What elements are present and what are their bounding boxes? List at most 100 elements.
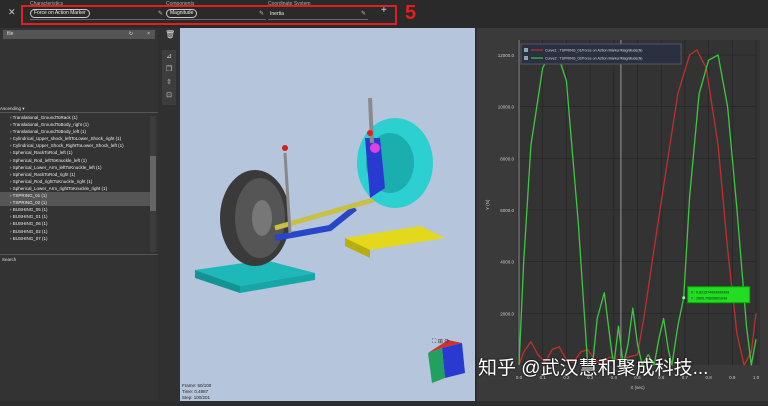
entity-panel: file ↻ × Ascending ▾ › Translational_Groun… <box>0 28 158 401</box>
expand-chevron-icon[interactable]: › <box>10 115 12 120</box>
tree-item-label: Spherical_Rod_rightToKnuckle_right (1) <box>12 178 93 184</box>
tree-item-label: Spherical_Lower_Arm_rightToKnuckle_right… <box>12 185 108 191</box>
tooltip-x: X : 0.631574999999999 <box>691 291 729 295</box>
plot-icon[interactable]: ⊿ <box>162 50 176 63</box>
tree-item-label: Spherical_Rod_leftToKnuckle_left (1) <box>12 157 87 163</box>
tree-item[interactable]: › Translational_GroundToBody_right (1) <box>0 121 150 128</box>
view-controls[interactable]: ⛶ ⊞ ⟳ <box>432 338 450 346</box>
legend-entry: Curve2 : TSPRING_02/Force on Action Mark… <box>545 57 642 61</box>
time-readout: Time: 0.4987 <box>182 389 209 394</box>
expand-chevron-icon[interactable]: › <box>10 172 12 177</box>
tree-item[interactable]: › BUSHING_06 (1) <box>0 220 150 227</box>
tree-item-label: BUSHING_05 (1) <box>12 207 48 213</box>
y-axis-label: Y (N) <box>485 199 490 210</box>
search-value: file <box>7 31 14 37</box>
tree-item-label: Spherical_RackToRod_right (1) <box>12 171 76 177</box>
expand-chevron-icon[interactable]: › <box>10 158 12 163</box>
y-tick-label: 8000.0 <box>500 156 514 161</box>
line-chart[interactable]: 0.0 0.1 0.2 0.3 0.4 0.5 0.6 0.7 0.8 0.9 1.02000.04… <box>477 28 768 401</box>
tree-item[interactable]: › Spherical_RackToRod_right (1) <box>0 171 150 178</box>
search-input[interactable]: file ↻ × <box>3 30 155 39</box>
trash-icon[interactable]: 🗑 <box>165 30 175 39</box>
legend <box>520 43 682 65</box>
tree-item-label: Spherical_RackToRod_left (1) <box>12 150 73 156</box>
entity-tree: › Translational_GroundToRack (1) › Transl… <box>0 114 158 242</box>
close-icon[interactable]: ✕ <box>8 7 16 18</box>
legend-checkbox <box>524 56 528 60</box>
sort-label: Ascending <box>0 106 22 111</box>
expand-chevron-icon[interactable]: › <box>10 122 12 127</box>
tree-item-label: Cylindrical_Upper_Shock_RightToLower_Sho… <box>12 143 124 149</box>
tree-item[interactable]: › Spherical_Rod_leftToKnuckle_left (1) <box>0 157 150 164</box>
expand-chevron-icon[interactable]: › <box>10 229 12 234</box>
scrollbar[interactable] <box>150 116 156 252</box>
tree-item[interactable]: › Spherical_Rod_rightToKnuckle_right (1) <box>0 178 150 185</box>
tree-item-label: BUSHING_02 (1) <box>12 228 48 234</box>
tree-item[interactable]: › BUSHING_05 (1) <box>0 206 150 213</box>
clear-icon[interactable]: × <box>147 30 150 39</box>
tree-item-label: BUSHING_07 (1) <box>12 235 48 241</box>
expand-chevron-icon[interactable]: › <box>10 129 12 134</box>
y-tick-label: 6000.0 <box>500 208 514 213</box>
expand-chevron-icon[interactable]: › <box>10 143 12 148</box>
tree-item-label: Translational_GroundToBody_left (1) <box>12 129 87 135</box>
expand-chevron-icon[interactable]: › <box>10 179 12 184</box>
expand-chevron-icon[interactable]: › <box>10 165 12 170</box>
watermark: 知乎 @武汉慧和聚成科技... <box>478 358 709 379</box>
tree-item[interactable]: › Spherical_Lower_Arm_leftToKnuckle_left… <box>0 164 150 171</box>
sort-dropdown[interactable]: Ascending ▾ <box>0 106 158 113</box>
expand-chevron-icon[interactable]: › <box>10 186 12 191</box>
tree-item[interactable]: › Spherical_RackToRod_left (1) <box>0 149 150 156</box>
tree-item[interactable]: › Cylindrical_Upper_Shock_RightToLower_S… <box>0 142 150 149</box>
expand-chevron-icon[interactable]: › <box>10 214 12 219</box>
expand-chevron-icon[interactable]: › <box>10 150 12 155</box>
expand-chevron-icon[interactable]: › <box>10 136 12 141</box>
tooltip-y: Y : 2605.70605891649 <box>691 297 727 301</box>
tree-item-label: BUSHING_01 (1) <box>12 214 48 220</box>
y-tick-label: 10000.0 <box>498 105 515 110</box>
y-tick-label: 2000.0 <box>500 311 514 316</box>
tree-item-label: Translational_GroundToRack (1) <box>12 115 78 120</box>
expand-chevron-icon[interactable]: › <box>10 193 12 198</box>
highlight-box <box>21 5 397 25</box>
tree-item-label: TSPRING_02 (1) <box>12 200 47 206</box>
legend-checkbox <box>524 48 528 52</box>
expand-chevron-icon[interactable]: › <box>10 207 12 212</box>
tooltip-point <box>682 296 686 300</box>
tree-item[interactable]: › TSPRING_02 (1) <box>0 199 150 207</box>
tree-item[interactable]: › BUSHING_02 (1) <box>0 228 150 235</box>
x-axis-label: X (sec) <box>630 385 645 390</box>
tree-item[interactable]: › Cylindrical_Upper_shock_leftToLower_Sh… <box>0 135 150 142</box>
tree-item-label: TSPRING_01 (1) <box>12 193 47 199</box>
expand-chevron-icon[interactable]: › <box>10 200 12 205</box>
y-tick-label: 4000.0 <box>500 260 514 265</box>
x-tick-label: 1.0 <box>753 375 760 380</box>
plot-panel[interactable]: 0.0 0.1 0.2 0.3 0.4 0.5 0.6 0.7 0.8 0.9 1.0 2000.0 4… <box>477 28 768 401</box>
3d-viewport[interactable]: ⛶ ⊞ ⟳ Frame: 50/100 Time: 0.4987 Step: 1… <box>180 28 475 401</box>
copy-icon[interactable]: ❐ <box>162 63 176 76</box>
tree-item[interactable]: › Translational_GroundToBody_left (1) <box>0 128 150 135</box>
tree-item-label: BUSHING_06 (1) <box>12 221 48 227</box>
frame-readout: Frame: 50/100 <box>182 383 212 388</box>
search-section-label: Search <box>0 254 158 264</box>
refresh-icon[interactable]: ↻ <box>129 30 133 39</box>
tool-column: 🗑 ⊿ ❐ ⇳ ⊡ <box>158 28 180 401</box>
tree-item[interactable]: › TSPRING_01 (1) <box>0 192 150 200</box>
tree-item-label: Translational_GroundToBody_right (1) <box>12 122 89 128</box>
step-readout: Step: 100/201 <box>182 395 211 400</box>
y-tick-label: 12000.0 <box>498 53 515 58</box>
tree-item[interactable]: › Spherical_Lower_Arm_rightToKnuckle_rig… <box>0 185 150 192</box>
expand-chevron-icon[interactable]: › <box>10 236 12 241</box>
tree-item-label: Spherical_Lower_Arm_leftToKnuckle_left (… <box>12 164 102 170</box>
legend-entry: Curve1 : TSPRING_01/Force on Action Mark… <box>545 49 642 53</box>
tree-item[interactable]: › BUSHING_01 (1) <box>0 213 150 220</box>
expand-chevron-icon[interactable]: › <box>10 221 12 226</box>
annotation-number: 5 <box>405 2 417 24</box>
tree-item[interactable]: › Translational_GroundToRack (1) <box>0 114 150 121</box>
tree-item[interactable]: › BUSHING_07 (1) <box>0 235 150 242</box>
characteristic-toolbar: ✕ Characteristics Force on Action Marker… <box>0 0 768 28</box>
suspension-model <box>195 97 465 383</box>
fit-icon[interactable]: ⊡ <box>162 89 176 102</box>
split-icon[interactable]: ⇳ <box>162 76 176 89</box>
tree-item-label: Cylindrical_Upper_shock_leftToLower_Shoc… <box>12 136 122 142</box>
